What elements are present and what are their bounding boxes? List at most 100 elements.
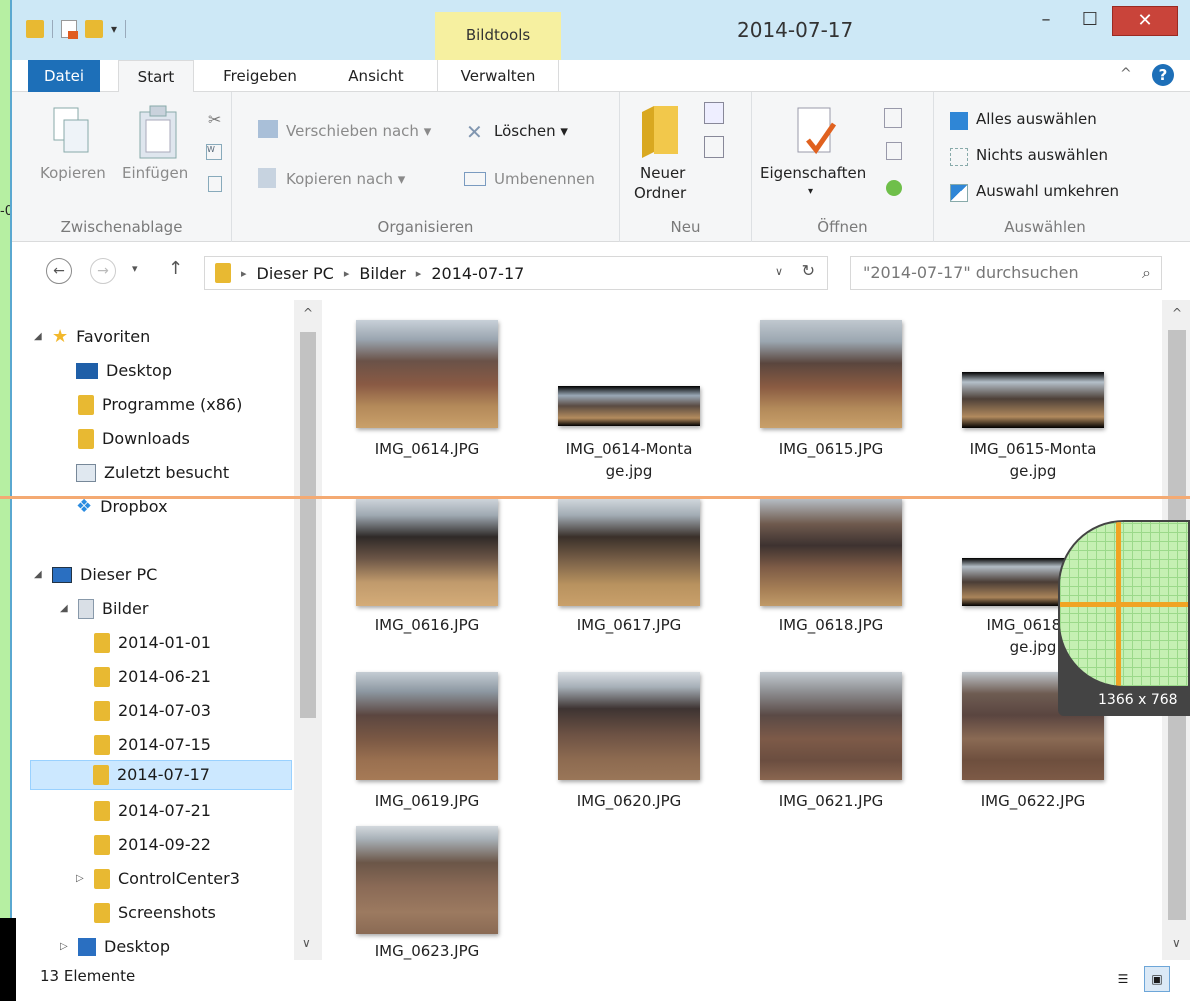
search-input[interactable]: "2014-07-17" durchsuchen ⌕ bbox=[850, 256, 1162, 290]
properties-icon[interactable] bbox=[61, 20, 78, 39]
file-label[interactable]: IMG_0614.JPG bbox=[336, 438, 518, 460]
forward-button[interactable]: → bbox=[90, 258, 116, 284]
tree-item-downloads[interactable]: Downloads bbox=[78, 424, 190, 454]
tree-item-folder[interactable]: 2014-07-15 bbox=[94, 730, 211, 760]
tree-item-desktop-pc[interactable]: ▷ Desktop bbox=[60, 932, 170, 962]
breadcrumb-bilder[interactable]: Bilder bbox=[359, 264, 405, 283]
file-label[interactable]: IMG_0619.JPG bbox=[336, 790, 518, 812]
up-arrow-icon[interactable]: ↑ bbox=[168, 258, 183, 279]
file-label[interactable]: IMG_0616.JPG bbox=[336, 614, 518, 636]
properties-button[interactable]: Eigenschaften bbox=[760, 164, 866, 182]
file-label[interactable]: IMG_0618.JPG bbox=[740, 614, 922, 636]
thumbnail-image[interactable] bbox=[558, 672, 700, 780]
select-none-button[interactable]: Nichts auswählen bbox=[976, 146, 1108, 164]
tab-start[interactable]: Start bbox=[118, 60, 194, 93]
thumbnail-image[interactable] bbox=[760, 498, 902, 606]
new-folder-icon[interactable] bbox=[85, 20, 103, 38]
nav-scrollbar[interactable]: ^ ∨ bbox=[294, 300, 322, 960]
back-button[interactable]: ← bbox=[46, 258, 72, 284]
refresh-icon[interactable]: ↻ bbox=[802, 261, 815, 280]
folder-icon[interactable] bbox=[26, 20, 44, 38]
copy-icon[interactable] bbox=[52, 106, 92, 162]
tree-item-folder[interactable]: 2014-01-01 bbox=[94, 628, 211, 658]
recent-locations-icon[interactable]: ▾ bbox=[132, 262, 138, 275]
help-icon[interactable]: ? bbox=[1152, 64, 1174, 86]
tab-datei[interactable]: Datei bbox=[28, 60, 100, 92]
collapse-ribbon-icon[interactable]: ^ bbox=[1120, 66, 1132, 82]
tree-item-bilder[interactable]: ◢ Bilder bbox=[60, 594, 148, 624]
copy-path-icon[interactable]: W bbox=[206, 144, 222, 160]
rename-button[interactable]: Umbenennen bbox=[494, 170, 595, 188]
chevron-down-icon[interactable]: ▾ bbox=[111, 22, 117, 36]
expanded-icon[interactable]: ◢ bbox=[34, 322, 44, 352]
tree-item-desktop[interactable]: Desktop bbox=[76, 356, 172, 386]
tree-item-folder[interactable]: Screenshots bbox=[94, 898, 216, 928]
close-button[interactable]: ✕ bbox=[1112, 6, 1178, 36]
scroll-up-icon[interactable]: ^ bbox=[303, 306, 313, 320]
tree-item-folder[interactable]: ▷ ControlCenter3 bbox=[76, 864, 240, 894]
expanded-icon[interactable]: ◢ bbox=[34, 560, 44, 590]
file-label[interactable]: IMG_0615.JPG bbox=[740, 438, 922, 460]
tree-item-folder[interactable]: 2014-09-22 bbox=[94, 830, 211, 860]
maximize-button[interactable]: ☐ bbox=[1070, 6, 1110, 36]
expanded-icon[interactable]: ◢ bbox=[60, 594, 70, 624]
address-bar[interactable]: ▸ Dieser PC ▸ Bilder ▸ 2014-07-17 ∨ ↻ bbox=[204, 256, 828, 290]
history-icon[interactable] bbox=[886, 180, 902, 196]
copy-to-button[interactable]: Kopieren nach ▾ bbox=[286, 170, 405, 188]
thumbnail-image[interactable] bbox=[558, 498, 700, 606]
tree-item-folder[interactable]: 2014-07-21 bbox=[94, 796, 211, 826]
paste-button[interactable]: Einfügen bbox=[122, 164, 188, 182]
file-label[interactable]: IMG_0623.JPG bbox=[336, 940, 518, 960]
easy-access-icon[interactable] bbox=[704, 136, 724, 158]
thumbnail-image[interactable] bbox=[356, 320, 498, 428]
scissors-icon[interactable]: ✂ bbox=[208, 110, 221, 129]
file-label[interactable]: IMG_0622.JPG bbox=[942, 790, 1124, 812]
thumbnail-image[interactable] bbox=[760, 672, 902, 780]
tree-item-folder-selected[interactable]: 2014-07-17 bbox=[30, 760, 292, 790]
thumbnail-image[interactable] bbox=[760, 320, 902, 428]
thumbnail-image[interactable] bbox=[558, 386, 700, 426]
chevron-right-icon[interactable]: ▸ bbox=[344, 267, 350, 280]
edit-icon[interactable] bbox=[886, 142, 902, 160]
minimize-button[interactable]: – bbox=[1026, 6, 1066, 36]
scroll-up-icon[interactable]: ^ bbox=[1172, 306, 1182, 320]
open-icon[interactable] bbox=[884, 108, 902, 128]
file-label[interactable]: IMG_0615-Monta ge.jpg bbox=[942, 438, 1124, 482]
paste-icon[interactable] bbox=[138, 104, 180, 162]
tab-freigeben[interactable]: Freigeben bbox=[212, 60, 308, 92]
tree-item-folder[interactable]: 2014-07-03 bbox=[94, 696, 211, 726]
thumbnail-image[interactable] bbox=[356, 826, 498, 934]
delete-button[interactable]: Löschen ▾ bbox=[494, 122, 568, 140]
tree-item-this-pc[interactable]: ◢ Dieser PC bbox=[34, 560, 157, 590]
tree-item-favorites[interactable]: ◢ ★ Favoriten bbox=[34, 322, 150, 352]
new-folder-icon[interactable] bbox=[640, 102, 680, 160]
scroll-down-icon[interactable]: ∨ bbox=[1172, 936, 1181, 950]
file-label[interactable]: IMG_0621.JPG bbox=[740, 790, 922, 812]
new-folder-button-line2[interactable]: Ordner bbox=[634, 184, 686, 202]
search-icon[interactable]: ⌕ bbox=[1142, 263, 1151, 283]
file-label[interactable]: IMG_0617.JPG bbox=[538, 614, 720, 636]
collapsed-icon[interactable]: ▷ bbox=[60, 932, 70, 962]
scrollbar-thumb[interactable] bbox=[300, 332, 316, 718]
select-all-button[interactable]: Alles auswählen bbox=[976, 110, 1097, 128]
scroll-down-icon[interactable]: ∨ bbox=[302, 936, 311, 950]
new-item-icon[interactable] bbox=[704, 102, 724, 124]
chevron-down-icon[interactable]: ∨ bbox=[775, 265, 783, 278]
file-label[interactable]: IMG_0620.JPG bbox=[538, 790, 720, 812]
chevron-right-icon[interactable]: ▸ bbox=[416, 267, 422, 280]
paste-shortcut-icon[interactable] bbox=[208, 176, 222, 192]
thumbnail-image[interactable] bbox=[356, 672, 498, 780]
chevron-down-icon[interactable]: ▾ bbox=[808, 186, 813, 197]
tab-ansicht[interactable]: Ansicht bbox=[338, 60, 414, 92]
breadcrumb-current[interactable]: 2014-07-17 bbox=[431, 264, 524, 283]
thumbnail-image[interactable] bbox=[962, 372, 1104, 428]
copy-button[interactable]: Kopieren bbox=[40, 164, 106, 182]
breadcrumb-this-pc[interactable]: Dieser PC bbox=[257, 264, 334, 283]
title-bar[interactable]: ▾ Bildtools 2014-07-17 – ☐ ✕ bbox=[12, 0, 1190, 60]
tree-item-recent[interactable]: Zuletzt besucht bbox=[76, 458, 229, 488]
tree-item-folder[interactable]: 2014-06-21 bbox=[94, 662, 211, 692]
invert-selection-button[interactable]: Auswahl umkehren bbox=[976, 182, 1119, 200]
file-label[interactable]: IMG_0614-Monta ge.jpg bbox=[538, 438, 720, 482]
thumbnail-image[interactable] bbox=[356, 498, 498, 606]
properties-icon[interactable] bbox=[794, 106, 838, 162]
